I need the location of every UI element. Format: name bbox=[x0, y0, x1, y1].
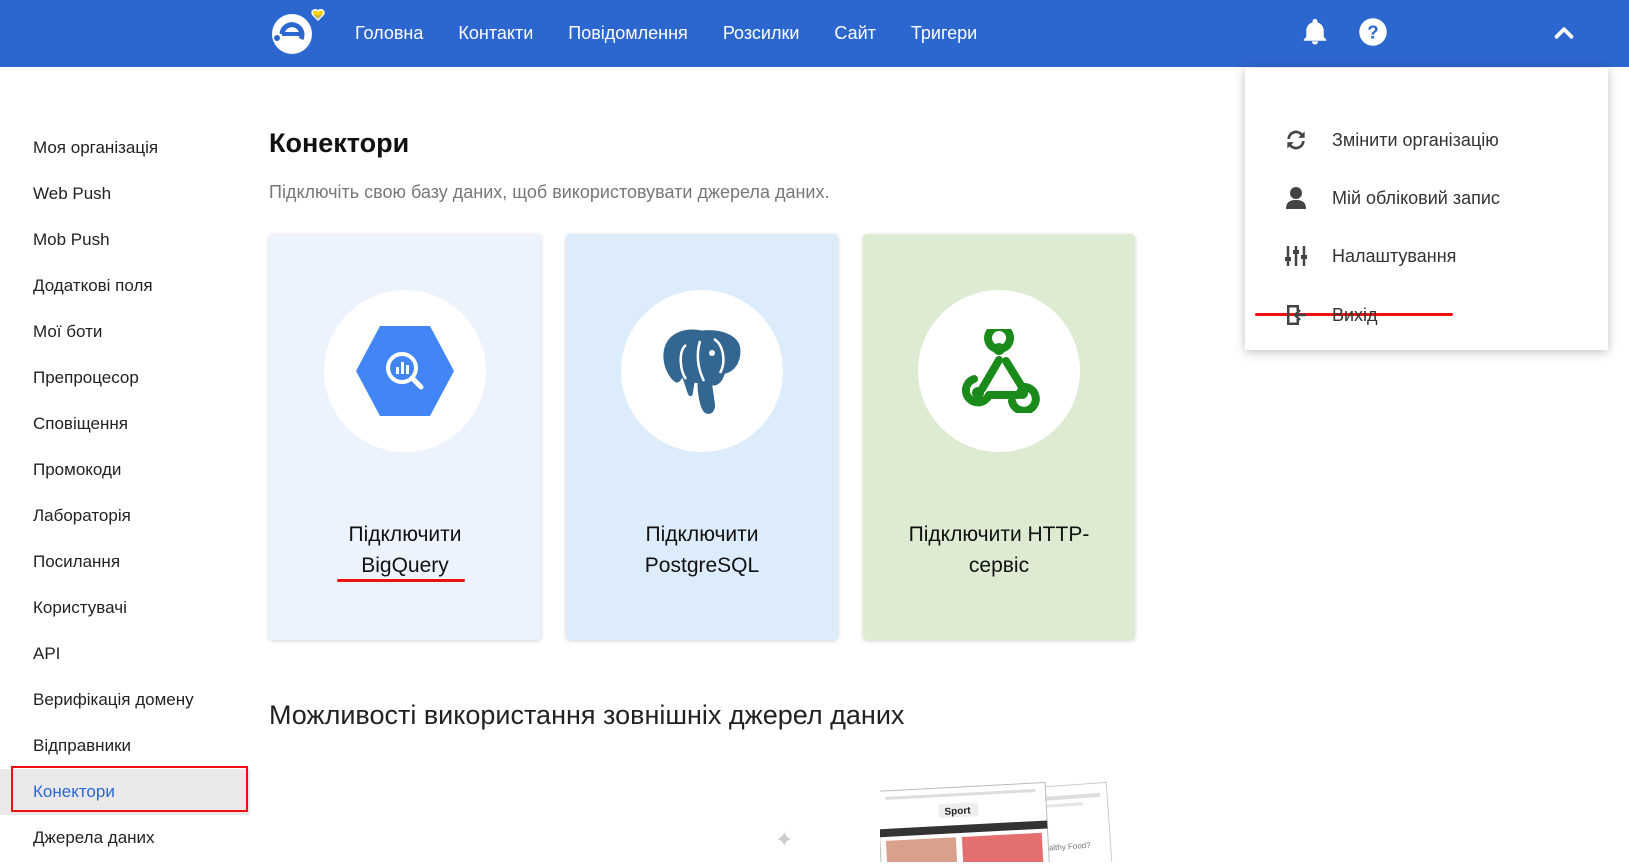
card-label-line1: Підключити HTTP- bbox=[908, 523, 1090, 546]
settings-sliders-icon bbox=[1283, 243, 1309, 269]
menu-item-logout[interactable]: Вихід bbox=[1245, 293, 1608, 337]
menu-item-label: Вихід bbox=[1332, 304, 1378, 325]
sidebar-item-senders[interactable]: Відправники bbox=[0, 723, 250, 769]
nav-contacts[interactable]: Контакти bbox=[458, 23, 533, 44]
help-icon[interactable]: ? bbox=[1358, 17, 1388, 47]
section-title: Можливості використання зовнішніх джерел… bbox=[269, 700, 905, 730]
svg-text:?: ? bbox=[1367, 21, 1378, 42]
nav-home[interactable]: Головна bbox=[355, 23, 423, 44]
sidebar-item-my-organization[interactable]: Моя організація bbox=[0, 125, 250, 171]
sidebar-item-promocodes[interactable]: Промокоди bbox=[0, 447, 250, 493]
bell-icon[interactable] bbox=[1300, 17, 1330, 47]
sidebar-item-notifications[interactable]: Сповіщення bbox=[0, 401, 250, 447]
highlight-underline bbox=[337, 579, 465, 582]
card-label-line2: BigQuery bbox=[361, 554, 449, 577]
card-icon-circle bbox=[918, 290, 1080, 452]
sparkle-icon: ✦ bbox=[775, 827, 794, 852]
user-icon bbox=[1283, 185, 1309, 211]
postgresql-icon bbox=[660, 326, 745, 417]
settings-sidebar: Моя організація Web Push Mob Push Додатк… bbox=[0, 125, 250, 861]
account-dropdown-menu: Змінити організацію Мій обліковий запис … bbox=[1245, 68, 1608, 350]
nav-messages[interactable]: Повідомлення bbox=[568, 23, 688, 44]
sidebar-item-domain-verification[interactable]: Верифікація домену bbox=[0, 677, 250, 723]
menu-item-switch-organization[interactable]: Змінити організацію bbox=[1245, 118, 1608, 162]
card-label-line2: сервіс bbox=[968, 554, 1030, 577]
sidebar-item-links[interactable]: Посилання bbox=[0, 539, 250, 585]
sidebar-item-web-push[interactable]: Web Push bbox=[0, 171, 250, 217]
card-label: Підключити BigQuery bbox=[289, 519, 521, 581]
webhook-icon bbox=[961, 329, 1040, 413]
chevron-up-icon[interactable] bbox=[1549, 18, 1579, 48]
preview-brand: Sport bbox=[944, 805, 971, 817]
sidebar-item-my-bots[interactable]: Мої боти bbox=[0, 309, 250, 355]
bigquery-icon bbox=[356, 326, 454, 416]
sidebar-item-connectors[interactable]: Конектори bbox=[0, 769, 250, 815]
switch-org-icon bbox=[1283, 127, 1309, 153]
main-nav: Головна Контакти Повідомлення Розсилки С… bbox=[355, 0, 1012, 67]
card-label: Підключити PostgreSQL bbox=[586, 519, 818, 581]
card-label-line2: PostgreSQL bbox=[644, 554, 760, 577]
sidebar-item-data-sources[interactable]: Джерела даних bbox=[0, 815, 250, 861]
page-title: Конектори bbox=[269, 128, 410, 158]
menu-item-settings[interactable]: Налаштування bbox=[1245, 234, 1608, 278]
nav-site[interactable]: Сайт bbox=[834, 23, 876, 44]
sidebar-item-api[interactable]: API bbox=[0, 631, 250, 677]
card-icon-circle bbox=[324, 290, 486, 452]
sidebar-item-laboratory[interactable]: Лабораторія bbox=[0, 493, 250, 539]
logout-icon bbox=[1283, 302, 1309, 328]
connect-postgresql-card[interactable]: Підключити PostgreSQL bbox=[566, 234, 838, 640]
nav-campaigns[interactable]: Розсилки bbox=[723, 23, 800, 44]
sidebar-item-mob-push[interactable]: Mob Push bbox=[0, 217, 250, 263]
menu-item-label: Мій обліковий запис bbox=[1332, 187, 1500, 208]
connect-bigquery-card[interactable]: Підключити BigQuery bbox=[269, 234, 541, 640]
card-label-line1: Підключити bbox=[645, 523, 759, 546]
nav-triggers[interactable]: Тригери bbox=[911, 23, 977, 44]
esputnik-logo[interactable] bbox=[270, 8, 338, 56]
page-subtitle: Підключіть свою базу даних, щоб використ… bbox=[269, 182, 830, 202]
top-navigation-bar: Головна Контакти Повідомлення Розсилки С… bbox=[0, 0, 1629, 67]
card-label-line1: Підключити bbox=[348, 523, 462, 546]
connect-http-service-card[interactable]: Підключити HTTP- сервіс bbox=[863, 234, 1135, 640]
sidebar-item-users[interactable]: Користувачі bbox=[0, 585, 250, 631]
email-preview-illustration: Healthy Food? Sport bbox=[876, 780, 1115, 867]
menu-item-label: Змінити організацію bbox=[1332, 129, 1499, 150]
sidebar-item-preprocessor[interactable]: Препроцесор bbox=[0, 355, 250, 401]
menu-item-my-account[interactable]: Мій обліковий запис bbox=[1245, 176, 1608, 220]
card-label: Підключити HTTP- сервіс bbox=[883, 519, 1115, 581]
menu-item-label: Налаштування bbox=[1332, 245, 1457, 266]
sidebar-item-additional-fields[interactable]: Додаткові поля bbox=[0, 263, 250, 309]
card-icon-circle bbox=[621, 290, 783, 452]
